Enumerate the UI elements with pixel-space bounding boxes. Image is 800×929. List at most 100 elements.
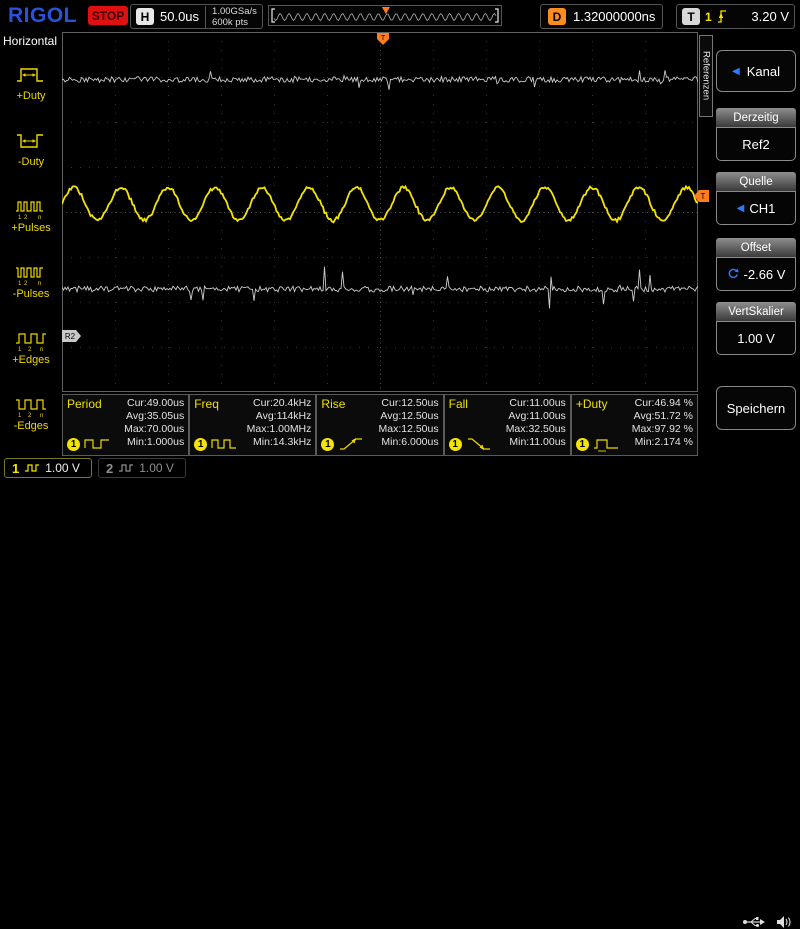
svg-text:n: n: [38, 281, 41, 286]
measurement-name: Fall: [448, 397, 468, 411]
kanal-menu-button[interactable]: ◀ Kanal: [716, 50, 796, 92]
usb-icon: [743, 917, 765, 927]
delay-badge: D: [548, 8, 566, 25]
ref2-waveform-marker[interactable]: R2: [62, 329, 82, 343]
measurement-avg: Avg:12.50us: [380, 410, 439, 422]
derzeitig-value-button[interactable]: Ref2: [716, 127, 796, 161]
sidebar-item-minus-duty[interactable]: -Duty: [0, 115, 62, 181]
measurement-panel-period[interactable]: Period Cur:49.00us Avg:35.05us Max:70.00…: [62, 394, 190, 456]
measurement-max: Max:32.50us: [505, 423, 566, 435]
source-channel-badge: 1: [194, 437, 208, 451]
measurement-max: Max:97.92 %: [631, 423, 694, 435]
svg-text:1: 1: [18, 281, 22, 286]
sidebar-title: Horizontal: [3, 34, 58, 48]
sidebar-item-plus-duty[interactable]: +Duty: [0, 49, 62, 115]
channel2-number: 2: [106, 460, 114, 476]
svg-text:2: 2: [28, 347, 32, 352]
sidebar-item-label: -Edges: [13, 420, 49, 432]
svg-text:n: n: [38, 215, 41, 220]
measurement-name: Freq: [194, 397, 219, 411]
fall-time-icon: [467, 438, 490, 450]
status-icons: [742, 915, 792, 929]
channel1-waveform-icon: [25, 464, 40, 472]
ref-marker-label: R2: [65, 332, 76, 341]
measurement-bar: Period Cur:49.00us Avg:35.05us Max:70.00…: [62, 394, 699, 456]
acquisition-info: 1.00GSa/s 600k pts: [205, 5, 257, 28]
memory-depth: 600k pts: [212, 16, 248, 28]
svg-text:2: 2: [28, 413, 32, 418]
plus-edges-icon: 1 2 n: [16, 333, 46, 352]
minus-pulses-icon: 1 2 n: [16, 267, 43, 286]
sidebar-item-label: -Pulses: [12, 288, 50, 300]
menu-tab-referenzen[interactable]: Referenzen: [699, 35, 713, 117]
channel2-scale: 1.00 V: [139, 461, 174, 475]
sidebar-item-label: +Pulses: [11, 222, 51, 234]
kanal-label: Kanal: [746, 63, 780, 79]
offset-value: -2.66 V: [743, 266, 786, 282]
rigol-logo: RIGOL: [8, 4, 77, 27]
horizontal-status-group[interactable]: H 50.0us 1.00GSa/s 600k pts: [130, 4, 263, 29]
rising-edge-icon: [717, 10, 726, 23]
menu-section-offset: Offset -2.66 V: [716, 238, 796, 291]
plus-duty-icon: [17, 68, 43, 82]
measurement-panel-freq[interactable]: Freq Cur:20.4kHz Avg:114kHz Max:1.00MHz …: [189, 394, 317, 456]
speichern-label: Speichern: [726, 400, 786, 416]
measurement-source: 1: [575, 436, 619, 452]
trigger-status-group[interactable]: T 1 3.20 V: [676, 4, 795, 29]
menu-section-vertskalier: VertSkalier 1.00 V: [716, 302, 796, 355]
quelle-value-button[interactable]: ◀ CH1: [716, 191, 796, 225]
minus-duty-icon: [17, 134, 43, 148]
sidebar-item-plus-edges[interactable]: 1 2 n +Edges: [0, 313, 62, 379]
sidebar-item-label: +Edges: [12, 354, 50, 366]
vertskalier-value-button[interactable]: 1.00 V: [716, 321, 796, 355]
trigger-badge: T: [682, 8, 700, 25]
sidebar-item-minus-pulses[interactable]: 1 2 n -Pulses: [0, 247, 62, 313]
svg-text:2: 2: [24, 281, 28, 286]
measurement-max: Max:70.00us: [124, 423, 185, 435]
measurement-panel-rise[interactable]: Rise Cur:12.50us Avg:12.50us Max:12.50us…: [316, 394, 444, 456]
channel1-indicator[interactable]: 1 1.00 V: [4, 458, 92, 478]
source-channel-badge: 1: [575, 437, 589, 451]
waveform-memory-preview[interactable]: [268, 5, 502, 26]
measurement-panel-plus-duty[interactable]: +Duty Cur:46.94 % Avg:51.72 % Max:97.92 …: [570, 394, 699, 456]
measurement-source: 1: [194, 436, 237, 452]
svg-text:n: n: [40, 347, 43, 352]
source-channel-badge: 1: [448, 437, 462, 451]
vertskalier-value: 1.00 V: [737, 330, 775, 346]
trigger-position-marker[interactable]: T: [376, 32, 396, 46]
menu-section-quelle: Quelle ◀ CH1: [716, 172, 796, 225]
section-header: Quelle: [716, 172, 796, 191]
measurement-cur: Cur:46.94 %: [634, 397, 694, 409]
section-header: VertSkalier: [716, 302, 796, 321]
offset-value-button[interactable]: -2.66 V: [716, 257, 796, 291]
section-header: Offset: [716, 238, 796, 257]
delay-status-group[interactable]: D 1.32000000ns: [540, 4, 664, 29]
graticule: [62, 32, 698, 392]
quelle-value: CH1: [749, 200, 776, 216]
preview-waveform-icon: [271, 7, 499, 23]
measurement-source: 1: [67, 436, 110, 452]
channel1-scale: 1.00 V: [45, 461, 80, 475]
trigger-level-marker[interactable]: T: [694, 189, 714, 203]
measurement-cur: Cur:20.4kHz: [253, 397, 312, 409]
oscilloscope-screen: RIGOL STOP H 50.0us 1.00GSa/s 600k pts D…: [0, 0, 800, 928]
sidebar-item-plus-pulses[interactable]: 1 2 n +Pulses: [0, 181, 62, 247]
measurement-cur: Cur:49.00us: [127, 397, 185, 409]
sidebar-item-minus-edges[interactable]: 1 2 n -Edges: [0, 379, 62, 445]
derzeitig-value: Ref2: [742, 136, 770, 152]
h-badge: H: [136, 8, 154, 25]
sample-rate: 1.00GSa/s: [212, 5, 257, 17]
channel2-waveform-icon: [119, 464, 134, 472]
freq-icon: [211, 439, 237, 449]
run-state-badge[interactable]: STOP: [88, 6, 128, 25]
trigger-source: 1: [705, 9, 712, 24]
menu-section-derzeitig: Derzeitig Ref2: [716, 108, 796, 161]
measurement-avg: Avg:51.72 %: [633, 410, 694, 422]
minus-edges-icon: 1 2 n: [16, 399, 46, 418]
channel-status-bar: 1 1.00 V 2 1.00 V: [0, 456, 800, 928]
measurement-panel-fall[interactable]: Fall Cur:11.00us Avg:11.00us Max:32.50us…: [443, 394, 571, 456]
svg-text:1: 1: [18, 347, 22, 352]
speichern-button[interactable]: Speichern: [716, 386, 796, 430]
channel2-indicator[interactable]: 2 1.00 V: [98, 458, 186, 478]
trigger-level-label: T: [701, 192, 706, 201]
